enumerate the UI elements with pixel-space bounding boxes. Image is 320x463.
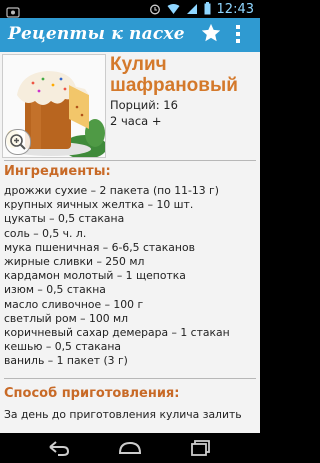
status-time: 12:43 — [216, 1, 254, 17]
list-item: жирные сливки – 250 мл — [4, 255, 145, 269]
divider — [4, 160, 256, 161]
back-icon[interactable] — [46, 439, 72, 457]
navigation-bar — [0, 433, 260, 463]
list-item: ваниль – 1 пакет (3 г) — [4, 354, 128, 368]
list-item: дрожжи сухие – 2 пакета (по 11-13 г) — [4, 184, 219, 197]
recipe-portions: Порций: 16 — [110, 98, 178, 112]
list-item: масло сливочное – 100 г — [4, 297, 144, 311]
list-item: цукаты – 0,5 стакана — [4, 212, 125, 226]
overflow-menu-icon[interactable] — [233, 25, 243, 45]
battery-icon — [204, 0, 211, 19]
list-item: крупных яичных желтка – 10 шт. — [4, 198, 194, 212]
action-bar: Рецепты к пасхе — [0, 18, 260, 52]
debug-icon — [6, 3, 20, 18]
list-item: мука пшеничная – 6-6,5 стаканов — [4, 240, 195, 254]
ingredients-heading: Ингредиенты: — [4, 164, 111, 179]
screen: 12:43 Рецепты к пасхе Кулич шафрановый П… — [0, 0, 260, 463]
list-item: кардамон молотый – 1 щепотка — [4, 269, 186, 283]
method-heading: Способ приготовления: — [4, 386, 180, 401]
recipe-photo[interactable] — [2, 54, 106, 158]
list-item: изюм – 0,5 стакна — [4, 283, 106, 297]
alarm-icon — [149, 0, 161, 19]
list-item: кешью – 0,5 стакана — [4, 340, 122, 354]
home-icon[interactable] — [117, 439, 143, 457]
signal-icon — [186, 0, 198, 19]
app-title: Рецепты к пасхе — [8, 24, 185, 44]
recipe-title: Кулич шафрановый — [110, 54, 238, 96]
recents-icon[interactable] — [188, 439, 214, 457]
divider — [4, 378, 256, 379]
list-item: коричневый сахар демерара – 1 стакан — [4, 326, 230, 340]
status-bar: 12:43 — [0, 0, 260, 18]
method-text: За день до приготовления кулича залить — [4, 408, 242, 421]
list-item: соль – 0,5 ч. л. — [4, 226, 87, 240]
recipe-content[interactable]: Кулич шафрановый Порций: 16 2 часа + Инг… — [0, 52, 260, 433]
zoom-in-icon[interactable] — [5, 129, 31, 155]
list-item: светлый ром – 100 мл — [4, 311, 129, 325]
ingredients-list: дрожжи сухие – 2 пакета (по 11-13 г) кру… — [4, 184, 260, 369]
recipe-time: 2 часа + — [110, 114, 162, 128]
wifi-icon — [167, 0, 180, 19]
star-icon[interactable] — [200, 22, 222, 44]
